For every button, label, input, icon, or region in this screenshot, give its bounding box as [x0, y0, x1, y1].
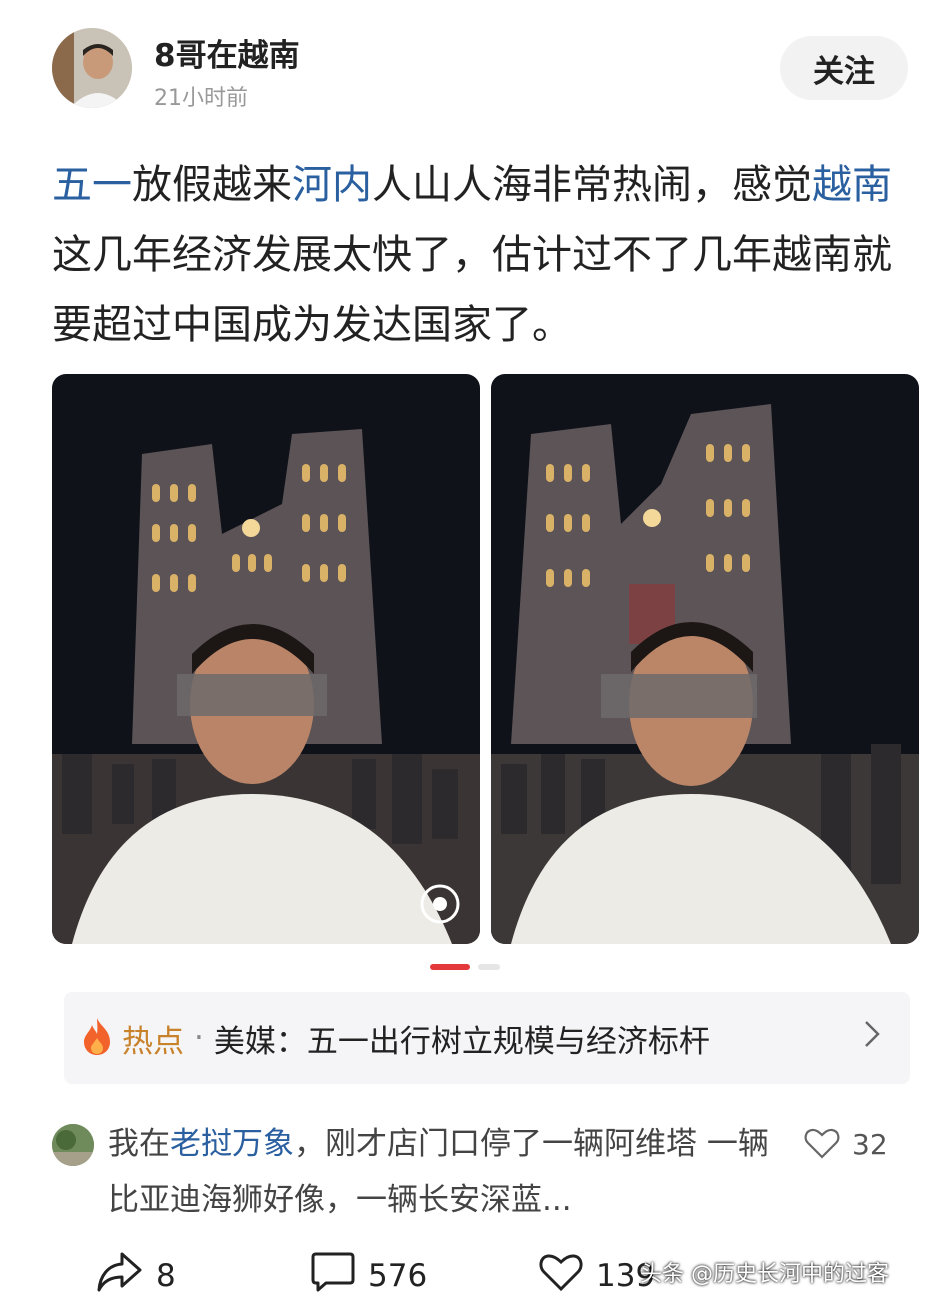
follow-button[interactable]: 关注 [780, 36, 908, 100]
hot-headline: 美媒：五一出行树立规模与经济标杆 [213, 1023, 710, 1060]
chevron-right-icon [862, 1016, 882, 1056]
carousel-indicator-active [430, 964, 470, 970]
heart-icon [538, 1251, 584, 1300]
share-count: 8 [156, 1258, 176, 1294]
share-icon [96, 1250, 144, 1300]
post-body: 五一放假越来河内人山人海非常热闹，感觉越南这几年经济发展太快了，估计过不了几年越… [52, 150, 892, 360]
topic-link[interactable]: 五一 [52, 162, 132, 208]
author-name[interactable]: 8哥在越南 [154, 30, 300, 75]
topic-link[interactable]: 河内 [292, 162, 372, 208]
flame-icon [80, 1016, 114, 1060]
author-avatar[interactable] [52, 28, 132, 108]
topic-link[interactable]: 越南 [812, 162, 892, 208]
comment-icon [310, 1250, 356, 1300]
comment-button[interactable]: 576 [310, 1252, 427, 1300]
comment-like-count: 32 [852, 1128, 888, 1161]
hot-topic-bar[interactable]: 热点 · 美媒：五一出行树立规模与经济标杆 [64, 992, 910, 1084]
post-photo[interactable] [491, 374, 919, 944]
hot-label: 热点 [122, 1023, 184, 1060]
share-button[interactable]: 8 [96, 1252, 176, 1300]
heart-icon[interactable] [804, 1126, 840, 1164]
post-photo[interactable] [52, 374, 480, 944]
post-header: 8哥在越南 21小时前 关注 [0, 0, 932, 130]
post-text-segment: 这几年经济发展太快了，估计过不了几年越南就要超过中国成为发达国家了。 [52, 232, 892, 348]
like-button[interactable]: 139 [538, 1252, 655, 1300]
carousel-indicator [478, 964, 500, 970]
commenter-avatar[interactable] [52, 1124, 94, 1166]
post-text-segment: 放假越来 [132, 162, 292, 208]
post-text-segment: 人山人海非常热闹，感觉 [372, 162, 812, 208]
comment-count: 576 [368, 1258, 428, 1294]
comment-preview[interactable]: 我在老挝万象，刚才店门口停了一辆阿维塔 一辆比亚迪海狮好像，一辆长安深蓝... [108, 1116, 788, 1228]
comment-text: 我在 [108, 1126, 170, 1162]
post-time: 21小时前 [154, 86, 248, 111]
separator-dot: · [194, 1020, 204, 1056]
place-link[interactable]: 老挝万象 [170, 1126, 294, 1162]
watermark: 头条 @历史长河中的过客 [640, 1262, 889, 1287]
